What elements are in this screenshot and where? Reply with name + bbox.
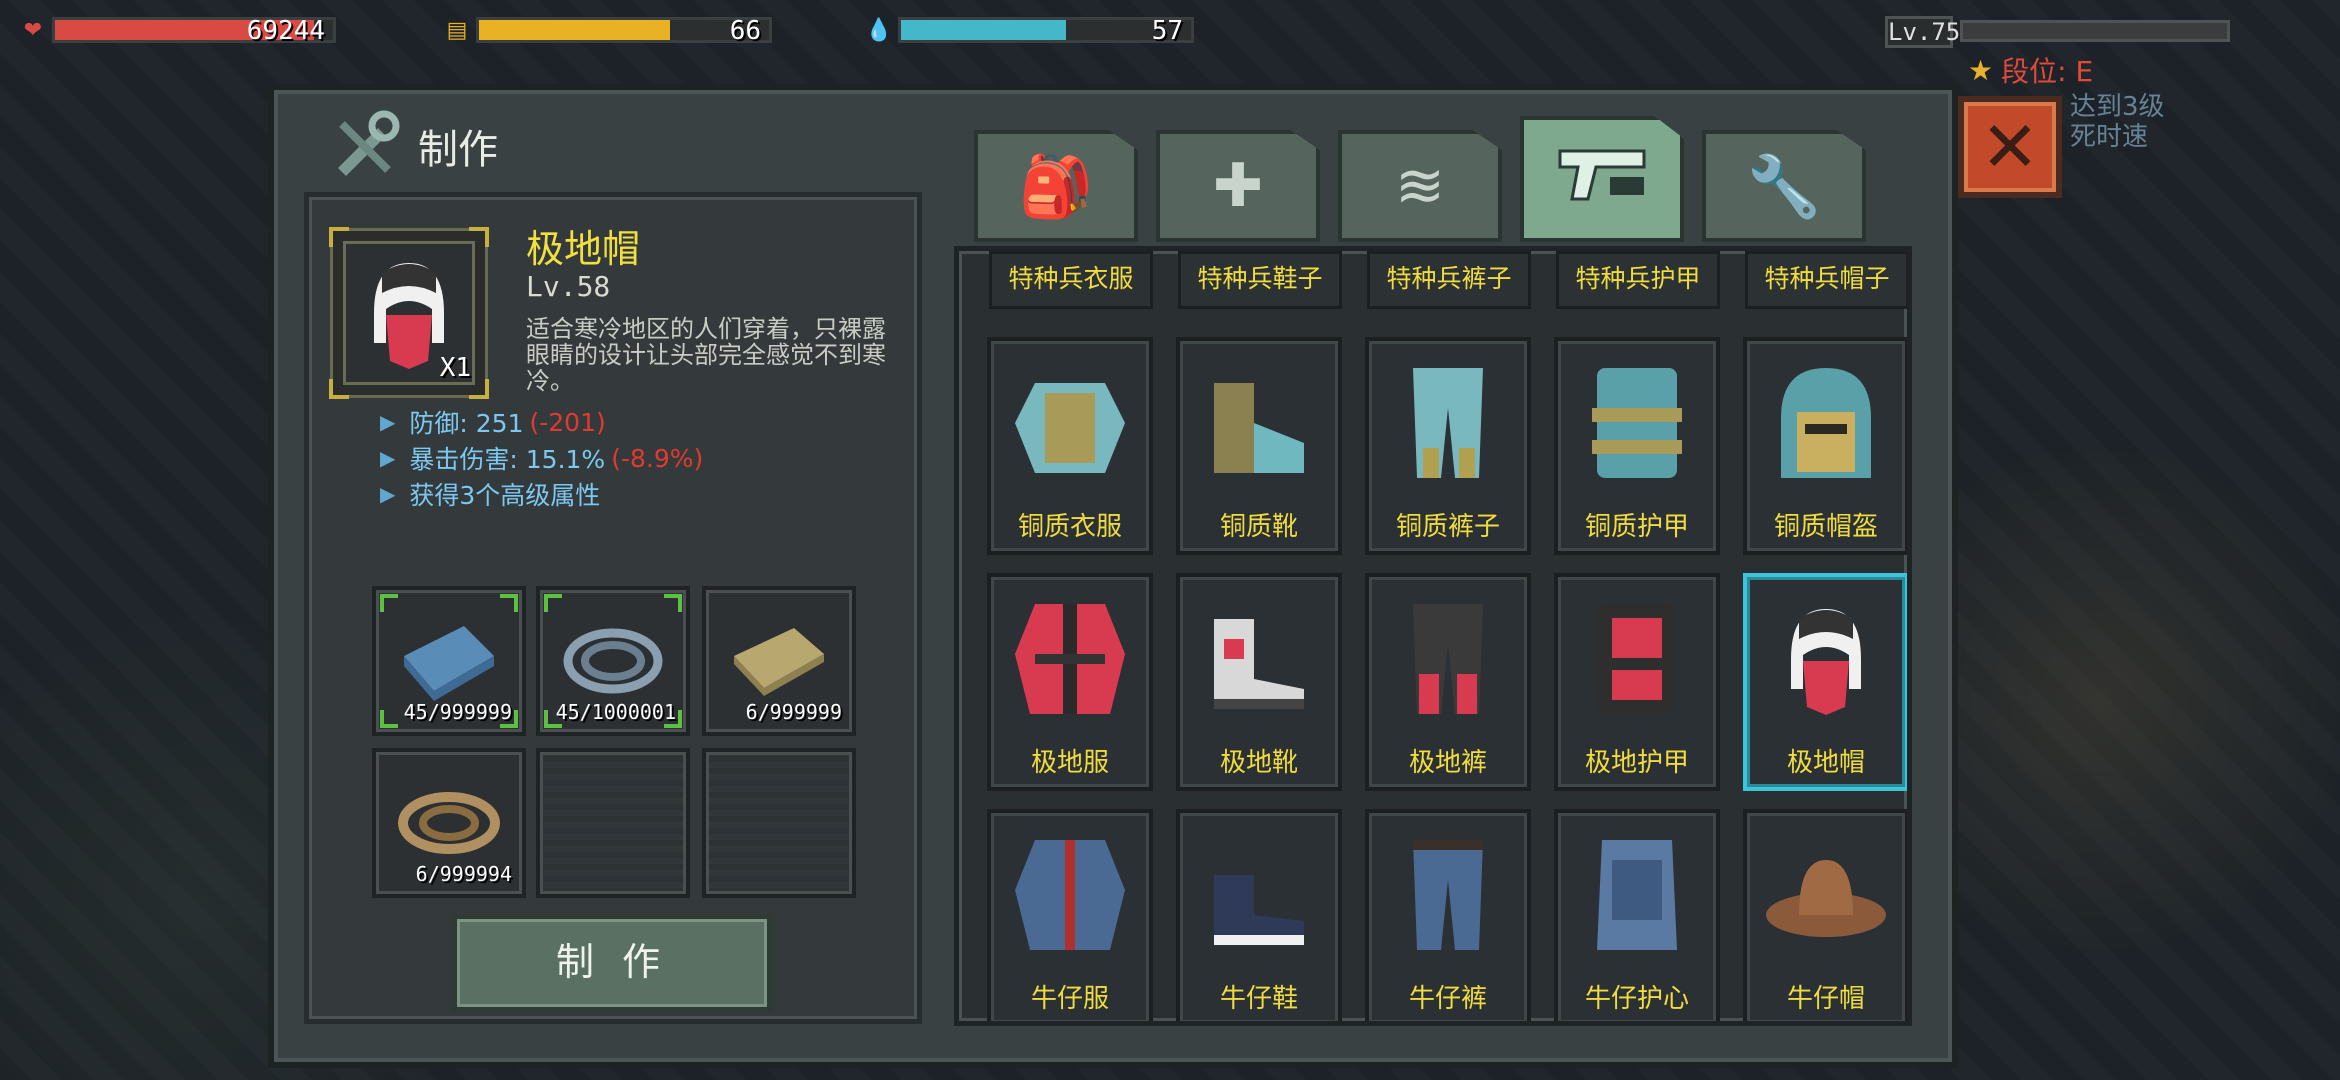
- item-quantity: X1: [439, 353, 471, 383]
- tab-medical[interactable]: ✚: [1156, 130, 1320, 242]
- polar-armor-icon: [1597, 604, 1677, 714]
- recipe-label[interactable]: 特种兵鞋子: [1178, 251, 1342, 309]
- recipe-label[interactable]: 特种兵护甲: [1556, 251, 1720, 309]
- rank-label: 段位: E: [2001, 55, 2094, 88]
- stat-defense: ▶ 防御: 251 (-201): [380, 407, 606, 439]
- material-slot[interactable]: 45/999999: [372, 586, 526, 736]
- sneakers-icon: [1214, 875, 1304, 945]
- hp-value: 69244: [246, 16, 325, 46]
- recipe-denim-clothes[interactable]: 牛仔服: [987, 809, 1153, 1021]
- material-slot-empty: [702, 748, 856, 898]
- material-slot[interactable]: 6/999999: [702, 586, 856, 736]
- recipe-polar-clothes[interactable]: 极地服: [987, 573, 1153, 791]
- wing-icon: ≋: [1394, 151, 1446, 221]
- recipe-polar-armor[interactable]: 极地护甲: [1554, 573, 1720, 791]
- triangle-right-icon: ▶: [380, 446, 396, 470]
- polar-pants-icon: [1413, 604, 1483, 714]
- triangle-right-icon: ▶: [380, 410, 396, 434]
- backpack-icon: 🎒: [1018, 151, 1094, 222]
- water-drop-icon: 💧: [865, 17, 893, 43]
- jeans-icon: [1413, 840, 1483, 950]
- material-slot[interactable]: 45/1000001: [536, 586, 690, 736]
- medkit-icon: ✚: [1212, 151, 1264, 221]
- item-description: 适合寒冷地区的人们穿着，只裸露眼睛的设计让头部完全感觉不到寒冷。: [526, 315, 886, 395]
- food-bar: ▤ 66: [444, 14, 772, 46]
- recipe-label[interactable]: 特种兵衣服: [989, 251, 1153, 309]
- item-level: Lv.58: [526, 270, 611, 303]
- recipe-denim-pants[interactable]: 牛仔裤: [1365, 809, 1531, 1021]
- polar-clothes-icon: [1015, 604, 1125, 714]
- tab-weapons[interactable]: [1520, 116, 1684, 242]
- material-slot[interactable]: 6/999994: [372, 748, 526, 898]
- recipe-grid: 特种兵衣服 特种兵鞋子 特种兵裤子 特种兵护甲 特种兵帽子 铜质衣服 铜质靴 铜…: [954, 246, 1912, 1026]
- recipe-copper-helmet[interactable]: 铜质帽盔: [1743, 337, 1907, 555]
- cowboy-hat-icon: [1766, 860, 1886, 937]
- stat-crit-damage: ▶ 暴击伤害: 15.1% (-8.9%): [380, 443, 704, 475]
- denim-vest-icon: [1597, 840, 1677, 950]
- panel-title: 制作: [328, 108, 498, 184]
- item-stats: ▶ 防御: 251 (-201) ▶ 暴击伤害: 15.1% (-8.9%) ▶ 获得3个…: [380, 404, 703, 512]
- wrench-icon: 🔧: [1746, 151, 1822, 222]
- recipe-denim-vest[interactable]: 牛仔护心: [1554, 809, 1720, 1021]
- recipe-polar-pants[interactable]: 极地裤: [1365, 573, 1531, 791]
- food-value: 66: [729, 16, 761, 46]
- polar-hat-icon: [1791, 609, 1861, 715]
- close-x-icon: ✕: [1980, 106, 2040, 188]
- heart-icon: ❤: [23, 17, 43, 43]
- item-name: 极地帽: [526, 227, 641, 271]
- material-slot-empty: [536, 748, 690, 898]
- close-button[interactable]: ✕: [1958, 96, 2062, 198]
- material-count: 6/999999: [745, 700, 842, 724]
- copper-helmet-icon: [1781, 368, 1871, 478]
- pistol-icon: [1552, 137, 1652, 222]
- copper-pants-icon: [1413, 368, 1483, 478]
- copper-boots-icon: [1214, 383, 1304, 473]
- recipe-polar-boots[interactable]: 极地靴: [1176, 573, 1342, 791]
- blue-cloth-icon: [404, 626, 494, 701]
- player-level: Lv.75: [1885, 16, 1960, 48]
- stat-bonus-attributes: ▶ 获得3个高级属性: [380, 481, 601, 510]
- material-count: 45/1000001: [555, 700, 676, 724]
- tan-cloth-icon: [734, 628, 824, 696]
- craft-button[interactable]: 制 作: [452, 914, 772, 1012]
- selected-item-frame: X1: [329, 227, 489, 399]
- rank-star-icon: ★: [1968, 53, 1994, 87]
- water-bar: 💧 57: [865, 14, 1194, 46]
- polar-boots-icon: [1214, 619, 1304, 709]
- tab-tools[interactable]: 🔧: [1702, 130, 1866, 242]
- experience-bar: [1960, 20, 2230, 42]
- recipe-copper-armor[interactable]: 铜质护甲: [1554, 337, 1720, 555]
- tab-wings[interactable]: ≋: [1338, 130, 1502, 242]
- triangle-right-icon: ▶: [380, 482, 396, 506]
- hp-bar: ❤ 69244: [20, 14, 336, 46]
- recipe-denim-shoes[interactable]: 牛仔鞋: [1176, 809, 1342, 1021]
- background-quest-text: 达到3级 死时速: [2070, 92, 2165, 152]
- recipe-polar-hat-selected[interactable]: 极地帽: [1743, 573, 1907, 791]
- denim-jacket-icon: [1015, 840, 1125, 950]
- rope-coil-icon: [563, 628, 663, 694]
- rank-badge[interactable]: ★ 段位: E: [1968, 50, 2093, 90]
- recipe-label[interactable]: 特种兵裤子: [1367, 251, 1531, 309]
- tab-backpack[interactable]: 🎒: [974, 130, 1138, 242]
- brown-rope-icon: [398, 792, 500, 854]
- crafting-tools-icon: [328, 108, 404, 184]
- recipe-copper-pants[interactable]: 铜质裤子: [1365, 337, 1531, 555]
- copper-clothes-icon: [1015, 383, 1125, 473]
- material-count: 6/999994: [415, 862, 512, 886]
- recipe-copper-clothes[interactable]: 铜质衣服: [987, 337, 1153, 555]
- material-count: 45/999999: [403, 700, 512, 724]
- recipe-cowboy-hat[interactable]: 牛仔帽: [1743, 809, 1907, 1021]
- water-value: 57: [1151, 16, 1183, 46]
- recipe-label[interactable]: 特种兵帽子: [1745, 251, 1907, 309]
- food-can-icon: ▤: [446, 17, 468, 43]
- recipe-copper-boots[interactable]: 铜质靴: [1176, 337, 1342, 555]
- copper-armor-icon: [1592, 368, 1682, 478]
